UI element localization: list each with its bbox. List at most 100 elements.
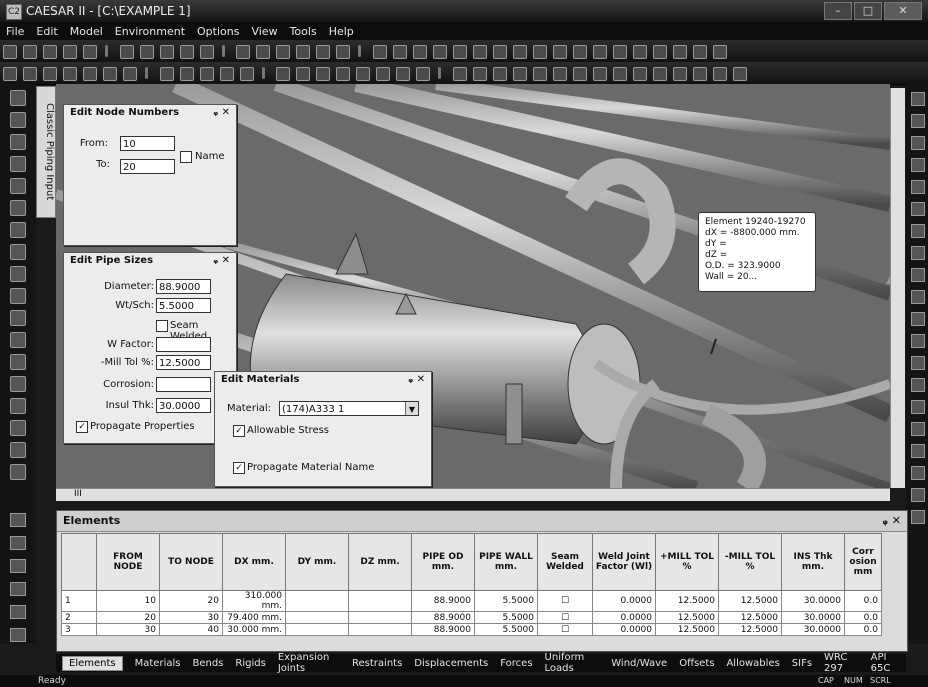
menu-options[interactable]: Options xyxy=(197,25,239,38)
layer-icon[interactable] xyxy=(911,312,925,326)
material-select[interactable]: (174)A333 1 ▼ xyxy=(279,401,419,416)
stress-icon[interactable] xyxy=(911,202,925,216)
options-icon[interactable] xyxy=(911,400,925,414)
print-icon[interactable] xyxy=(123,67,137,81)
cell-from-node[interactable]: 20 xyxy=(96,611,160,624)
cell-weld-joint-factor[interactable]: 0.0000 xyxy=(592,590,656,612)
cell-ins-thk[interactable]: 30.0000 xyxy=(781,611,845,624)
tab-restraints[interactable]: Restraints xyxy=(352,658,402,669)
flag-icon[interactable] xyxy=(911,378,925,392)
viewport-vertical-scrollbar[interactable] xyxy=(890,88,905,488)
split-icon[interactable] xyxy=(10,156,26,172)
annotate-icon[interactable] xyxy=(692,45,707,59)
hidden-line-icon[interactable] xyxy=(492,67,507,81)
allowable-stress-checkbox[interactable]: ✓ xyxy=(233,425,245,437)
node-display-icon[interactable] xyxy=(692,67,707,81)
rigid-icon[interactable] xyxy=(276,45,290,59)
cell-from-node[interactable]: 30 xyxy=(96,623,160,636)
cell-corrosion[interactable]: 0.0 xyxy=(844,590,882,612)
bottom-view-icon[interactable] xyxy=(632,67,647,81)
rotate-element-icon[interactable] xyxy=(10,376,26,392)
last-record-icon[interactable] xyxy=(10,582,26,596)
dz-header[interactable]: DZ mm. xyxy=(348,533,412,591)
tab-forces[interactable]: Forces xyxy=(500,658,532,669)
draw-icon[interactable] xyxy=(612,45,627,59)
element-list-icon[interactable] xyxy=(10,112,26,128)
material-icon[interactable] xyxy=(472,45,487,59)
hanger-icon[interactable] xyxy=(199,45,214,59)
tab-displacements[interactable]: Displacements xyxy=(414,658,488,669)
tab-bends[interactable]: Bends xyxy=(192,658,223,669)
zero-length-icon[interactable] xyxy=(10,628,26,642)
cell-plus-mill-tol[interactable]: 12.5000 xyxy=(655,590,719,612)
new-icon[interactable] xyxy=(3,67,17,81)
cell-pipe-wall[interactable]: 5.5000 xyxy=(474,623,538,636)
range-icon[interactable] xyxy=(10,134,26,150)
side-tab-classic-piping-input[interactable]: Classic Piping Input xyxy=(36,86,56,218)
chart-icon[interactable] xyxy=(712,45,727,59)
dx-header[interactable]: DX mm. xyxy=(222,533,286,591)
pointer-icon[interactable] xyxy=(416,67,430,81)
displacement-icon[interactable] xyxy=(316,45,330,59)
sif-icon[interactable] xyxy=(432,45,447,59)
tab-wind-wave[interactable]: Wind/Wave xyxy=(611,658,667,669)
cut-icon[interactable] xyxy=(63,67,77,81)
cell-minus-mill-tol[interactable]: 12.5000 xyxy=(718,590,782,612)
open-icon[interactable] xyxy=(23,67,37,81)
valve-icon[interactable] xyxy=(63,45,77,59)
insul-input[interactable]: 30.0000 xyxy=(156,398,211,413)
pan-icon[interactable] xyxy=(356,67,370,81)
shaded-icon[interactable] xyxy=(472,67,487,81)
offset-icon[interactable] xyxy=(412,45,427,59)
elements-table[interactable]: FROM NODE TO NODE DX mm. DY mm. DZ mm. P… xyxy=(61,533,882,636)
back-view-icon[interactable] xyxy=(592,67,607,81)
solid-icon[interactable] xyxy=(512,67,527,81)
check-icon[interactable] xyxy=(532,45,547,59)
filter-icon[interactable] xyxy=(911,180,925,194)
tab-elements[interactable]: Elements xyxy=(62,655,123,671)
left-view-icon[interactable] xyxy=(652,67,667,81)
redo-icon[interactable] xyxy=(239,67,254,81)
table-row[interactable]: 2 20 30 79.400 mm. 88.9000 5.5000 ☐ 0.00… xyxy=(61,611,882,624)
cell-plus-mill-tol[interactable]: 12.5000 xyxy=(655,611,719,624)
save-icon[interactable] xyxy=(43,67,57,81)
hscroll-thumb[interactable]: III xyxy=(74,489,82,499)
maximize-button[interactable]: □ xyxy=(854,2,882,20)
tab-wrc-297[interactable]: WRC 297 xyxy=(824,652,859,674)
menu-tools[interactable]: Tools xyxy=(290,25,317,38)
cell-plus-mill-tol[interactable]: 12.5000 xyxy=(655,623,719,636)
cell-to-node[interactable]: 20 xyxy=(159,590,223,612)
label-icon[interactable] xyxy=(911,136,925,150)
first-record-icon[interactable] xyxy=(10,513,26,527)
renumber-icon[interactable] xyxy=(10,398,26,414)
arrow-icon[interactable] xyxy=(911,158,925,172)
table-row[interactable]: 1 10 20 310.000 mm. 88.9000 5.5000 ☐ 0.0… xyxy=(61,590,882,612)
dy-header[interactable]: DY mm. xyxy=(285,533,349,591)
from-node-header[interactable]: FROM NODE xyxy=(96,533,160,591)
propagate-material-checkbox[interactable]: ✓ xyxy=(233,462,245,474)
menu-edit[interactable]: Edit xyxy=(36,25,57,38)
pipe-wall-header[interactable]: PIPE WALL mm. xyxy=(474,533,538,591)
cell-dz[interactable] xyxy=(348,590,412,612)
allowables-icon[interactable] xyxy=(452,45,467,59)
weld-joint-factor-header[interactable]: Weld Joint Factor (Wl) xyxy=(592,533,656,591)
cell-dy[interactable] xyxy=(285,590,349,612)
cell-dz[interactable] xyxy=(348,611,412,624)
row-number[interactable]: 1 xyxy=(61,590,97,612)
tab-expansion-joints[interactable]: Expansion Joints xyxy=(278,652,340,674)
extra-icon[interactable] xyxy=(911,510,925,524)
record-icon[interactable] xyxy=(10,178,26,194)
rotate-icon[interactable] xyxy=(336,67,350,81)
cell-seam-welded-checkbox[interactable]: ☐ xyxy=(537,611,593,624)
cell-weld-joint-factor[interactable]: 0.0000 xyxy=(592,611,656,624)
wave-icon[interactable] xyxy=(392,45,407,59)
to-node-input[interactable]: 20 xyxy=(120,159,175,174)
corrosion-header[interactable]: Corr osion mm xyxy=(844,533,882,591)
wfactor-input[interactable] xyxy=(156,337,211,352)
tab-allowables[interactable]: Allowables xyxy=(726,658,779,669)
diameter-input[interactable]: 88.9000 xyxy=(156,279,211,294)
from-node-input[interactable]: 10 xyxy=(120,136,175,151)
close-button[interactable]: ✕ xyxy=(884,2,922,20)
cell-pipe-od[interactable]: 88.9000 xyxy=(411,623,475,636)
help-icon[interactable] xyxy=(911,444,925,458)
